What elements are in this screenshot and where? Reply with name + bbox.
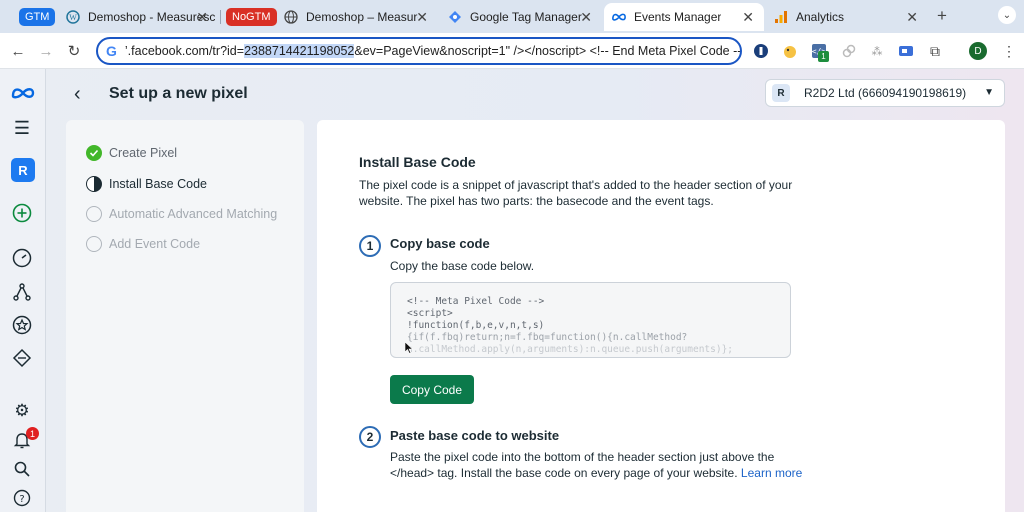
tab-group-nogtm[interactable]: NoGTM <box>226 8 277 26</box>
tab-events-manager[interactable]: Events Manager ✕ <box>604 3 764 31</box>
tab-title: Demoshop – MeasureSc <box>306 10 418 24</box>
dashboard-gauge-icon[interactable] <box>11 247 33 269</box>
tab-analytics[interactable]: Analytics ✕ <box>766 3 928 31</box>
google-icon: G <box>106 43 117 59</box>
page-title: Set up a new pixel <box>109 85 248 102</box>
browser-tab-bar: GTM W Demoshop - Measuresc ✕ NoGTM Demos… <box>0 0 1024 33</box>
extension-badge: 1 <box>818 51 829 62</box>
url-pixel-id-highlight: 2388714421198052 <box>244 44 355 58</box>
business-tools-icon[interactable] <box>11 347 33 369</box>
address-bar[interactable]: G ’.facebook.com/tr?id=2388714421198052&… <box>96 37 742 65</box>
check-circle-icon <box>86 145 102 161</box>
account-selector[interactable]: R R2D2 Ltd (666094190198619) ▼ <box>765 79 1005 107</box>
tab-search-chevron-icon[interactable]: ⌄ <box>998 6 1016 24</box>
step-number-2: 2 <box>359 426 381 448</box>
base-code-box[interactable]: <!-- Meta Pixel Code --> <script> !funct… <box>390 282 791 358</box>
link-extension-icon[interactable] <box>840 42 858 60</box>
step-create-pixel[interactable]: Create Pixel <box>86 144 177 162</box>
step-install-base-code[interactable]: Install Base Code <box>86 175 207 193</box>
tab-group-gtm[interactable]: GTM <box>19 8 56 26</box>
extension-duck-icon[interactable] <box>781 42 799 60</box>
learn-more-link[interactable]: Learn more <box>741 466 802 480</box>
step-label: Install Base Code <box>109 177 207 191</box>
search-icon[interactable] <box>11 458 33 480</box>
url-text[interactable]: ’.facebook.com/tr?id=2388714421198052&ev… <box>125 44 740 58</box>
hamburger-menu-icon[interactable]: ☰ <box>11 117 33 139</box>
section-heading: Install Base Code <box>359 154 476 170</box>
step-label: Automatic Advanced Matching <box>109 207 278 221</box>
caret-down-icon: ▼ <box>984 87 994 98</box>
mouse-pointer-icon <box>405 342 413 354</box>
svg-text:W: W <box>69 13 77 22</box>
close-icon[interactable]: ✕ <box>906 9 918 26</box>
step-label: Add Event Code <box>109 237 201 251</box>
tab-separator <box>220 10 221 24</box>
notification-count-badge: 1 <box>26 427 39 440</box>
create-plus-icon[interactable] <box>11 202 33 224</box>
step-automatic-advanced-matching[interactable]: Automatic Advanced Matching <box>86 205 277 223</box>
step-label: Create Pixel <box>109 146 178 160</box>
paste-base-code-title: Paste base code to website <box>390 428 560 443</box>
ad-account-avatar[interactable]: R <box>11 158 35 182</box>
meta-logo-icon[interactable] <box>11 82 35 104</box>
code-line: n.callMethod.apply(n,arguments):n.queue.… <box>407 344 734 355</box>
code-line: <!-- Meta Pixel Code --> <box>407 296 545 307</box>
help-question-icon[interactable]: ? <box>11 487 33 509</box>
step-add-event-code[interactable]: Add Event Code <box>86 235 200 253</box>
code-line: !function(f,b,e,v,n,t,s) <box>407 320 545 331</box>
code-line: <script> <box>407 308 453 319</box>
account-selector-avatar: R <box>772 84 790 102</box>
password-manager-icon[interactable] <box>752 42 770 60</box>
setup-steps-panel: Create Pixel Install Base Code Automatic… <box>66 120 304 512</box>
empty-circle-icon <box>86 206 102 222</box>
forward-arrow-icon[interactable]: → <box>36 41 56 61</box>
svg-text:?: ? <box>19 494 24 505</box>
close-icon[interactable]: ✕ <box>416 9 428 26</box>
puzzle-extensions-icon[interactable]: ⧉ <box>926 42 944 60</box>
left-nav-rail: ☰ R ⚙ 1 ? <box>0 69 46 512</box>
events-manager-page: ☰ R ⚙ 1 ? ‹ Set up a new pixel R R2D2 Lt… <box>0 69 1024 512</box>
copy-base-code-title: Copy base code <box>390 236 490 251</box>
tab-title: Analytics <box>796 10 845 24</box>
copy-code-button[interactable]: Copy Code <box>390 375 474 404</box>
code-line: {if(f.fbq)return;n=f.fbq=function(){n.ca… <box>407 332 688 343</box>
close-icon[interactable]: ✕ <box>196 9 208 26</box>
analytics-icon <box>774 10 788 24</box>
section-description: The pixel code is a snippet of javascrip… <box>359 178 793 208</box>
close-icon[interactable]: ✕ <box>742 9 754 26</box>
back-arrow-icon[interactable]: ← <box>8 41 28 61</box>
empty-circle-icon <box>86 236 102 252</box>
tab-title: Google Tag Manager <box>470 10 582 24</box>
tab-title: Events Manager <box>634 10 722 24</box>
browser-toolbar: ← → ↻ G ’.facebook.com/tr?id=23887144211… <box>0 33 1024 69</box>
sparkle-extension-icon[interactable]: ⁂ <box>868 42 886 60</box>
reload-icon[interactable]: ↻ <box>64 41 84 61</box>
tag-manager-icon <box>448 10 462 24</box>
step-number-1: 1 <box>359 235 381 257</box>
copy-base-code-instruction: Copy the base code below. <box>390 259 535 273</box>
tab-demoshop-nogtm[interactable]: Demoshop – MeasureSc ✕ <box>276 3 438 31</box>
new-tab-button[interactable]: + <box>932 6 952 26</box>
screen-capture-icon[interactable] <box>897 42 915 60</box>
back-chevron-icon[interactable]: ‹ <box>74 83 81 106</box>
settings-gear-icon[interactable]: ⚙ <box>11 400 33 422</box>
profile-avatar[interactable]: D <box>969 42 987 60</box>
wordpress-icon: W <box>66 10 80 24</box>
tab-demoshop-gtm[interactable]: W Demoshop - Measuresc ✕ <box>58 3 218 31</box>
meta-icon <box>612 10 626 24</box>
data-sources-network-icon[interactable] <box>11 281 33 303</box>
tab-google-tag-manager[interactable]: Google Tag Manager ✕ <box>440 3 602 31</box>
kebab-menu-icon[interactable]: ⋮ <box>1000 42 1018 60</box>
globe-icon <box>284 10 298 24</box>
half-circle-icon <box>86 176 102 192</box>
close-icon[interactable]: ✕ <box>580 9 592 26</box>
star-badge-icon[interactable] <box>11 314 33 336</box>
paste-base-code-instruction: Paste the pixel code into the bottom of … <box>390 450 803 480</box>
account-selector-label: R2D2 Ltd (666094190198619) <box>804 86 967 100</box>
install-base-code-panel: Install Base Code The pixel code is a sn… <box>317 120 1005 512</box>
